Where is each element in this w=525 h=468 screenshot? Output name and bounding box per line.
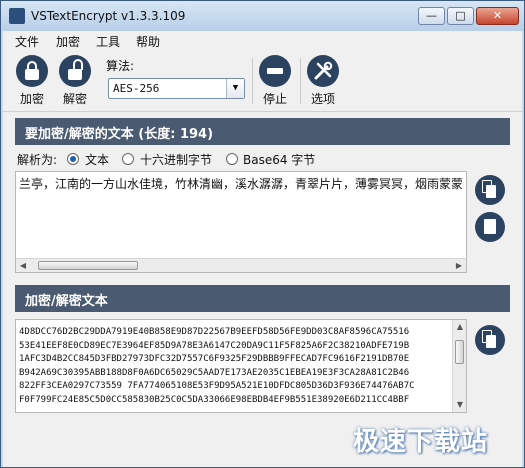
radio-hex-label[interactable]: 十六进制字节 (140, 151, 212, 168)
scroll-thumb[interactable] (38, 261, 138, 270)
scroll-left-icon[interactable]: ◀ (17, 260, 29, 271)
radio-text[interactable] (67, 153, 79, 165)
options-button[interactable]: 选项 (303, 55, 343, 107)
radio-text-label[interactable]: 文本 (85, 151, 109, 168)
input-textarea[interactable]: 兰亭，江南的一方山水佳境，竹林清幽，溪水潺潺，青翠片片，薄雾冥冥，烟雨蒙蒙 ◀ … (15, 171, 467, 273)
minimize-button[interactable]: — (418, 7, 445, 25)
decrypt-label: 解密 (62, 92, 87, 106)
input-hscrollbar[interactable]: ◀ ▶ (16, 258, 466, 272)
output-line: 822FF3CEA0297C73559 7FA774065108E53F9D95… (19, 381, 415, 392)
close-button[interactable]: ✕ (476, 7, 519, 25)
parse-as-label: 解析为: (17, 153, 58, 167)
output-line: 1AFC3D4B2CC845D3FBD27973DFC32D7557C6F932… (19, 354, 410, 365)
toolbar-divider (300, 58, 301, 104)
algorithm-label: 算法: (106, 59, 135, 73)
document-icon (484, 219, 496, 234)
output-line: 53E41EEF8E0CD89EC7E3964EF85D9A78E3A6147C… (19, 340, 410, 351)
encrypt-label: 加密 (19, 92, 44, 106)
output-vscrollbar[interactable]: ▲ ▼ (452, 320, 466, 412)
paste-button[interactable] (475, 175, 505, 205)
scroll-right-icon[interactable]: ▶ (453, 260, 465, 271)
open-file-button[interactable] (475, 212, 505, 242)
input-section-header: 要加密/解密的文本 (长度: 194) (15, 118, 510, 145)
encrypt-button[interactable]: 加密 (12, 55, 52, 107)
stop-button[interactable]: 停止 (255, 55, 295, 107)
output-line: B942A69C30395ABB188D8F0A6DC65029C5AAD7E1… (19, 367, 410, 378)
chevron-down-icon[interactable]: ▼ (226, 79, 244, 98)
unlock-icon (59, 55, 91, 87)
radio-base64-label[interactable]: Base64 字节 (243, 151, 315, 168)
toolbar-divider (252, 58, 253, 104)
tools-icon (307, 55, 339, 87)
scroll-thumb[interactable] (455, 340, 464, 364)
algorithm-select[interactable]: AES-256 ▼ (108, 78, 245, 99)
decrypt-button[interactable]: 解密 (55, 55, 95, 107)
window-title: VSTextEncrypt v1.3.3.109 (31, 9, 186, 23)
scroll-up-icon[interactable]: ▲ (454, 321, 466, 333)
menu-bar: 文件 加密 工具 帮助 (3, 31, 522, 50)
toolbar: 加密 解密 算法: AES-256 ▼ 停止 选项 (3, 50, 522, 112)
output-line: F0F799FC24E85C5D0CC585830B25C0C5DA33066E… (19, 394, 410, 405)
watermark-text: 极速下载站 (353, 427, 489, 457)
output-text: 4D8DCC76D2BC29DDA7919E40B858E9D87D22567B… (19, 326, 451, 408)
output-section-header: 加密/解密文本 (15, 285, 510, 312)
menu-file[interactable]: 文件 (15, 33, 39, 50)
menu-tools[interactable]: 工具 (96, 33, 120, 50)
app-window: VSTextEncrypt v1.3.3.109 — □ ✕ 文件 加密 工具 … (0, 0, 525, 468)
menu-help[interactable]: 帮助 (136, 33, 160, 50)
options-label: 选项 (310, 92, 335, 106)
maximize-button[interactable]: □ (447, 7, 474, 25)
title-bar[interactable]: VSTextEncrypt v1.3.3.109 — □ ✕ (1, 1, 524, 31)
input-text: 兰亭，江南的一方山水佳境，竹林清幽，溪水潺潺，青翠片片，薄雾冥冥，烟雨蒙蒙 (19, 177, 464, 191)
app-icon (9, 8, 25, 24)
output-line: 4D8DCC76D2BC29DDA7919E40B858E9D87D22567B… (19, 327, 410, 337)
scroll-down-icon[interactable]: ▼ (454, 399, 466, 411)
output-textarea[interactable]: 4D8DCC76D2BC29DDA7919E40B858E9D87D22567B… (15, 319, 467, 413)
menu-encrypt[interactable]: 加密 (56, 33, 80, 50)
stop-label: 停止 (262, 92, 287, 106)
lock-icon (16, 55, 48, 87)
copy-output-button[interactable] (475, 325, 505, 355)
radio-base64[interactable] (226, 153, 238, 165)
algorithm-value: AES-256 (113, 82, 160, 95)
stop-icon (259, 55, 291, 87)
radio-hex[interactable] (122, 153, 134, 165)
